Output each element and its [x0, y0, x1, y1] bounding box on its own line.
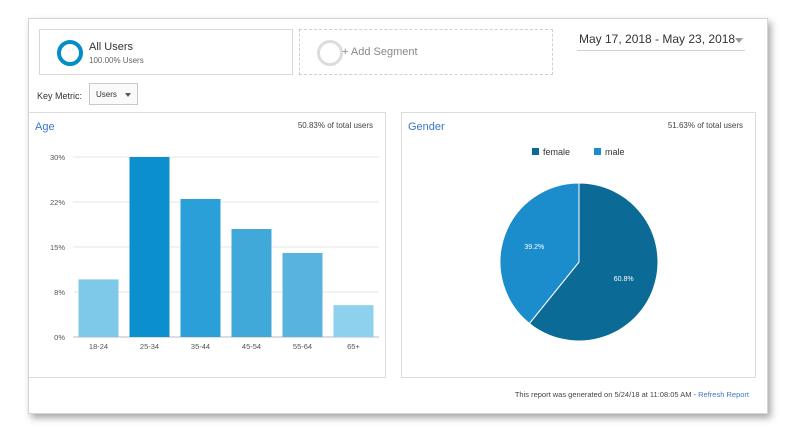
age-bar[interactable] [231, 229, 272, 337]
footer-text: This report was generated on 5/24/18 at … [515, 390, 749, 399]
key-metric-label: Key Metric: [37, 91, 83, 101]
y-tick-label: 0% [54, 333, 65, 342]
x-tick-label: 25-34 [140, 342, 159, 351]
x-tick-label: 18-24 [89, 342, 108, 351]
age-bar-chart: 0% 8% 15% 22% 30% 18-24 25-34 35-44 45-54 55-64 65… [50, 153, 379, 351]
report-footer: This report was generated on 5/24/18 at … [29, 379, 767, 413]
segment-subtitle: 100.00% Users [89, 56, 144, 65]
segment-title: All Users [89, 41, 134, 53]
segment-ring-icon [57, 40, 83, 66]
key-metric-dropdown[interactable]: Users [89, 83, 138, 105]
add-segment-label: + Add Segment [342, 46, 418, 58]
generated-text: This report was generated on 5/24/18 at … [514, 390, 699, 399]
x-tick-label: 55-64 [293, 342, 312, 351]
segment-all-users[interactable]: All Users 100.00% Users [39, 29, 293, 75]
y-tick-label: 22% [50, 198, 65, 207]
age-bar[interactable] [78, 279, 119, 337]
legend-swatch-female [532, 148, 539, 155]
dropdown-caret-icon [125, 93, 131, 97]
y-tick-label: 15% [50, 243, 65, 252]
date-range-label: May 17, 2018 - May 23, 2018 [579, 32, 736, 46]
legend-label-male: male [605, 147, 625, 157]
report-card: All Users 100.00% Users + Add Segment Ma… [28, 18, 768, 414]
add-segment-button[interactable]: + Add Segment [299, 29, 553, 75]
gender-panel: Gender 51.63% of total users 60.8% 39.2% f… [401, 112, 756, 378]
chevron-down-icon [735, 38, 743, 43]
x-tick-label: 45-54 [242, 342, 261, 351]
pie-value-label: 39.2% [524, 244, 544, 251]
key-metric-value: Users [96, 90, 117, 99]
gender-pie-chart: 60.8% 39.2% female male [499, 147, 659, 342]
empty-segment-ring-icon [317, 40, 343, 66]
age-bar[interactable] [282, 253, 323, 337]
age-bar[interactable] [129, 157, 170, 337]
age-bar[interactable] [180, 199, 221, 337]
x-tick-label: 35-44 [191, 342, 210, 351]
age-bar[interactable] [333, 305, 374, 337]
y-tick-label: 30% [50, 153, 65, 162]
refresh-report-link[interactable]: Refresh Report [698, 390, 749, 399]
x-tick-label: 65+ [347, 342, 360, 351]
legend-label-female: female [543, 147, 570, 157]
y-tick-label: 8% [54, 288, 65, 297]
date-range-picker[interactable]: May 17, 2018 - May 23, 2018 [577, 29, 745, 51]
legend-swatch-male [594, 148, 601, 155]
pie-value-label: 60.8% [614, 276, 634, 283]
age-panel: Age 50.83% of total users 0% 8% 15% 22% 30% 1… [29, 112, 386, 378]
